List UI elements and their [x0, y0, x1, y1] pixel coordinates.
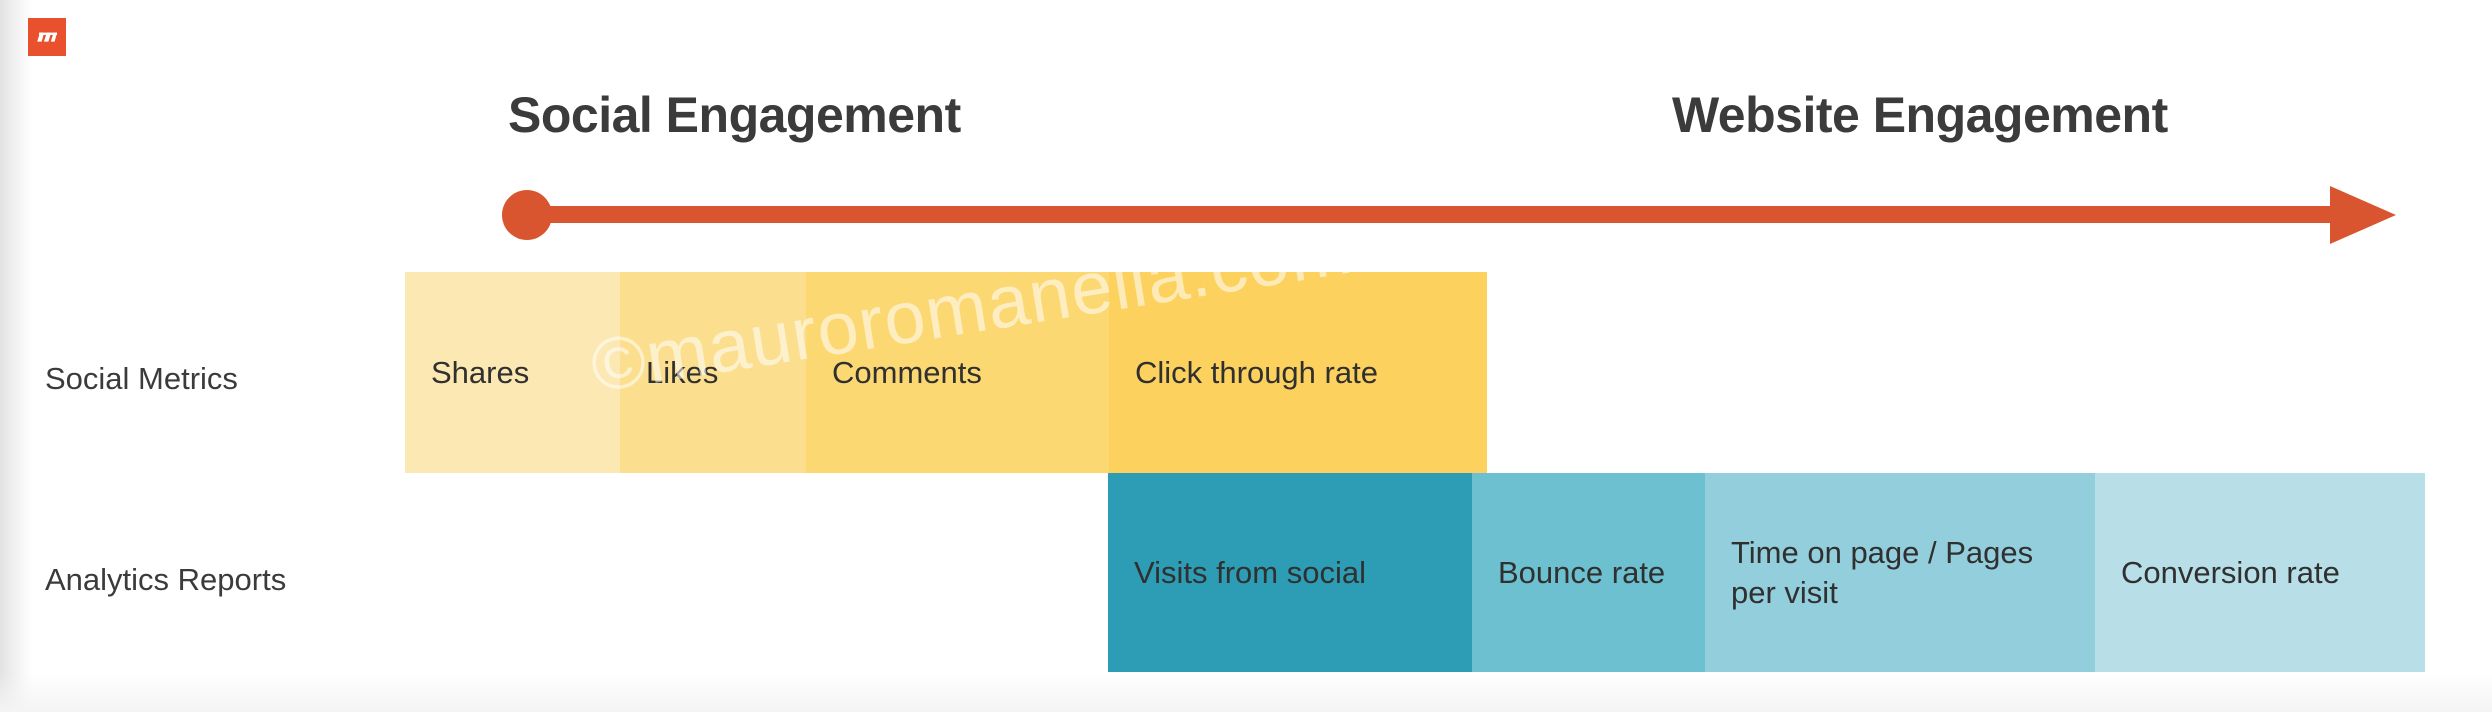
metric-cell-conversion-rate[interactable]: Conversion rate [2095, 473, 2425, 672]
metric-cell-label: Time on page / Pages per visit [1731, 534, 2034, 610]
metric-cell-bounce-rate[interactable]: Bounce rate [1472, 473, 1705, 672]
row-label-social-metrics: Social Metrics [45, 361, 238, 396]
row-label-analytics-reports: Analytics Reports [45, 562, 287, 597]
metric-cell-label: Click through rate [1135, 354, 1378, 390]
metric-cell-click-through-rate[interactable]: Click through rate [1109, 272, 1487, 473]
heading-website-engagement: Website Engagement [1672, 87, 2168, 143]
progression-arrow [500, 178, 2420, 252]
metric-cell-comments[interactable]: Comments [806, 272, 1109, 473]
metric-cell-label: Likes [646, 354, 719, 390]
analytics-reports-band: Visits from social Bounce rate Time on p… [1108, 473, 2425, 672]
metric-cell-label: Comments [832, 354, 982, 390]
heading-social-engagement: Social Engagement [508, 87, 961, 143]
mauroromanella-logo [28, 18, 66, 56]
metric-cell-time-on-page[interactable]: Time on page / Pages per visit [1705, 473, 2095, 672]
social-metrics-band: Shares Likes Comments Click through rate [405, 272, 1487, 473]
metric-cell-shares[interactable]: Shares [405, 272, 620, 473]
slide-canvas: Social Engagement Website Engagement Soc… [0, 0, 2492, 712]
metric-cell-label: Shares [431, 354, 530, 390]
bottom-edge-shading [0, 672, 2492, 712]
metric-cell-label: Visits from social [1134, 554, 1366, 590]
left-edge-shading [0, 0, 34, 712]
metric-cell-label: Bounce rate [1498, 554, 1666, 590]
metric-cell-likes[interactable]: Likes [620, 272, 806, 473]
metric-cell-label: Conversion rate [2121, 554, 2340, 590]
metric-cell-visits-from-social[interactable]: Visits from social [1108, 473, 1472, 672]
